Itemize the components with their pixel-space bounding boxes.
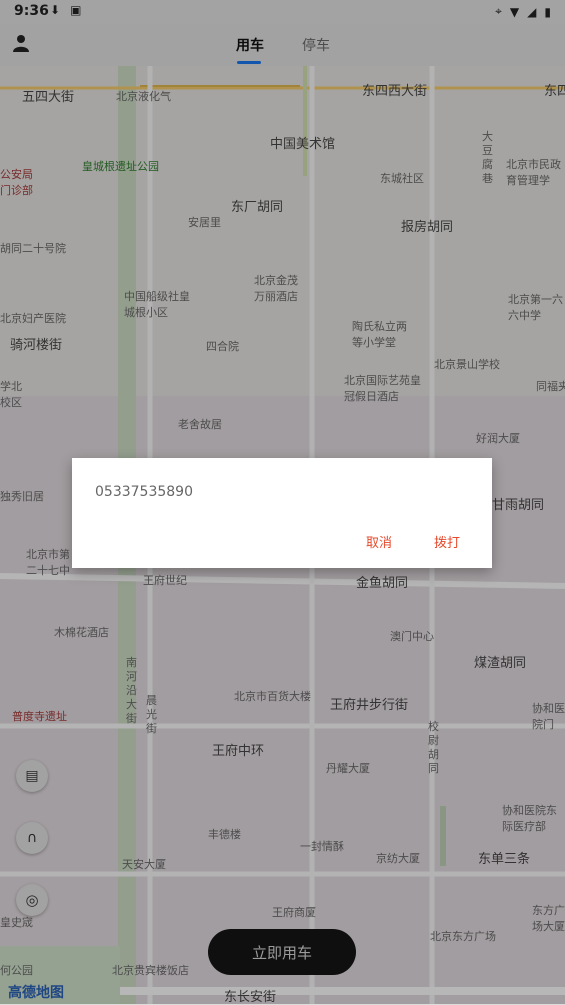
cancel-button[interactable]: 取消 [366,532,392,551]
call-dialog: 05337535890 取消 拨打 [72,458,492,568]
phone-number: 05337535890 [95,484,193,500]
call-button[interactable]: 拨打 [434,532,460,551]
